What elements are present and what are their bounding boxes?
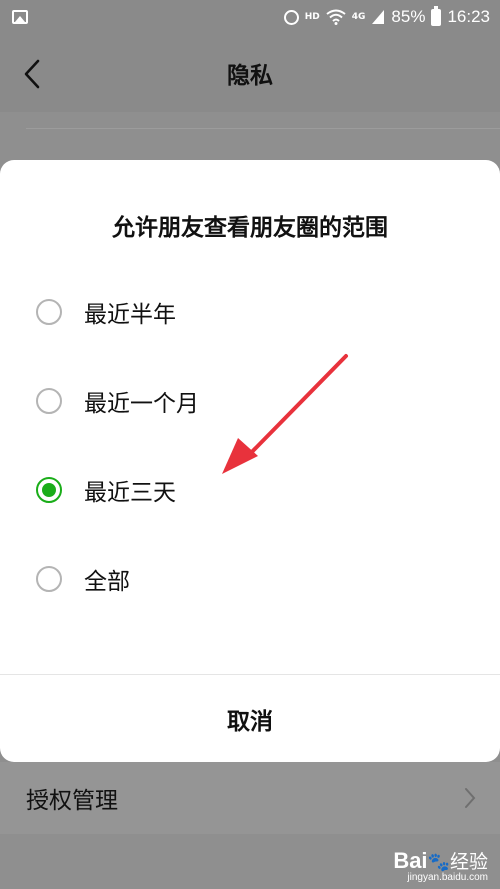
status-bar: HD 4G 85% 16:23 <box>0 0 500 34</box>
option-half-year[interactable]: 最近半年 <box>36 284 466 340</box>
radio-button-selected[interactable] <box>36 477 62 503</box>
gallery-icon <box>12 10 28 24</box>
watermark-logo-suffix: 经验 <box>449 851 488 873</box>
option-label: 最近半年 <box>84 302 176 328</box>
clock: 16:23 <box>447 7 490 26</box>
annotation-arrow-icon <box>218 352 350 482</box>
radio-button[interactable] <box>36 299 62 325</box>
page-title: 隐私 <box>227 63 273 89</box>
option-label: 最近一个月 <box>84 391 199 417</box>
battery-icon <box>431 5 442 26</box>
watermark: Bai🐾经验 jingyan.baidu.com <box>393 847 488 883</box>
divider <box>26 128 500 129</box>
battery-percent: 85% <box>391 7 426 26</box>
chevron-right-icon <box>464 787 476 809</box>
cancel-button[interactable]: 取消 <box>0 675 500 762</box>
chevron-left-icon <box>23 59 41 89</box>
nav-bar: 隐私 <box>0 34 500 112</box>
signal-icon <box>371 9 385 25</box>
back-button[interactable] <box>14 54 50 94</box>
dialog-title: 允许朋友查看朋友圈的范围 <box>112 215 388 241</box>
watermark-logo: Bai <box>393 848 428 873</box>
option-all[interactable]: 全部 <box>36 551 466 607</box>
watermark-url: jingyan.baidu.com <box>407 872 488 883</box>
network-tag: 4G <box>351 12 366 22</box>
row-label: 授权管理 <box>26 788 118 814</box>
radio-button[interactable] <box>36 566 62 592</box>
paw-icon: 🐾 <box>427 852 450 873</box>
hd-tag: HD <box>304 12 320 22</box>
alarm-icon <box>283 9 299 25</box>
authorization-management-row[interactable]: 授权管理 <box>0 762 500 834</box>
radio-button[interactable] <box>36 388 62 414</box>
option-label: 全部 <box>84 569 130 595</box>
option-label: 最近三天 <box>84 480 176 506</box>
wifi-icon <box>326 9 346 25</box>
